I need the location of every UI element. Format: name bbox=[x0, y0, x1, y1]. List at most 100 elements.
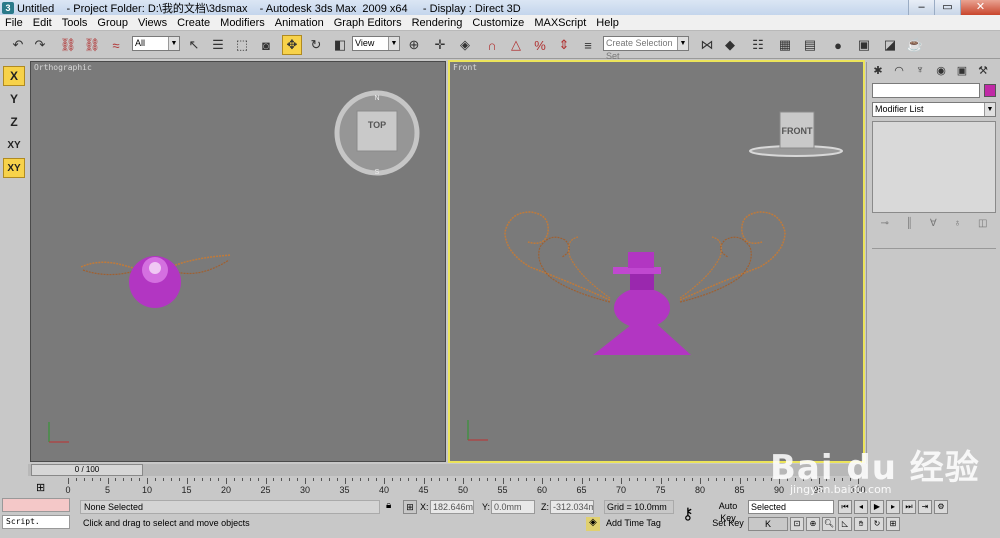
angle-snap-icon[interactable]: △ bbox=[506, 35, 526, 55]
frame-ruler[interactable]: 0 5 10 15 20 25 30 35 40 45 50 55 60 65 70 75 80 85 90 95 10… bbox=[65, 478, 866, 498]
manipulate-icon[interactable]: ✛ bbox=[430, 35, 450, 55]
select-and-move-icon[interactable]: ✥ bbox=[282, 35, 302, 55]
menu-group[interactable]: Group bbox=[92, 15, 133, 31]
axis-xy-cycle-button[interactable]: XY bbox=[3, 158, 25, 178]
track-bar[interactable]: ⊞ 0 5 10 15 20 25 30 35 40 45 50 55 60 65 70 75 80 85 90 95… bbox=[28, 478, 866, 498]
go-to-start-icon[interactable]: ⏮ bbox=[838, 500, 852, 514]
object-candlestick-top-view[interactable] bbox=[80, 254, 232, 308]
make-unique-icon[interactable]: ∀ bbox=[930, 218, 937, 234]
display-tab-icon[interactable]: ▣ bbox=[953, 62, 971, 78]
reference-coord-dropdown[interactable]: View ▼ bbox=[352, 36, 400, 51]
menu-file[interactable]: File bbox=[0, 15, 28, 31]
menu-maxscript[interactable]: MAXScript bbox=[529, 15, 591, 31]
auto-key-button[interactable]: Auto Key bbox=[710, 500, 746, 523]
object-color-swatch[interactable] bbox=[984, 84, 996, 97]
curve-editor-icon[interactable]: ▦ bbox=[775, 35, 795, 55]
maximize-viewport-icon[interactable]: ⊞ bbox=[886, 517, 900, 531]
orbit-icon[interactable]: ↻ bbox=[870, 517, 884, 531]
select-and-scale-icon[interactable]: ◧ bbox=[330, 35, 350, 55]
menu-modifiers[interactable]: Modifiers bbox=[215, 15, 270, 31]
select-by-name-icon[interactable]: ☰ bbox=[208, 35, 228, 55]
pivot-center-icon[interactable]: ⊕ bbox=[404, 35, 424, 55]
configure-modifier-sets-icon[interactable]: ◫ bbox=[978, 218, 987, 234]
show-end-result-icon[interactable]: ║ bbox=[906, 218, 913, 234]
axis-xy-button[interactable]: XY bbox=[3, 135, 25, 155]
maximize-icon[interactable]: ▭ bbox=[934, 0, 960, 15]
utilities-tab-icon[interactable]: ⚒ bbox=[974, 62, 992, 78]
menu-customize[interactable]: Customize bbox=[467, 15, 529, 31]
menu-views[interactable]: Views bbox=[133, 15, 172, 31]
x-coord-field[interactable]: 182.646mm bbox=[430, 500, 474, 514]
mini-curve-editor-icon[interactable]: ⊞ bbox=[36, 481, 45, 494]
viewport-front[interactable]: Front FRONT bbox=[448, 60, 865, 463]
pin-stack-icon[interactable]: ⊸ bbox=[880, 218, 888, 234]
create-tab-icon[interactable]: ✱ bbox=[869, 62, 887, 78]
previous-frame-icon[interactable]: ◂ bbox=[854, 500, 868, 514]
minimize-icon[interactable]: – bbox=[908, 0, 934, 15]
unlink-icon[interactable]: ⛓ bbox=[82, 35, 102, 55]
select-object-icon[interactable]: ↖ bbox=[184, 35, 204, 55]
percent-snap-icon[interactable]: % bbox=[530, 35, 550, 55]
play-icon[interactable]: ▶ bbox=[870, 500, 884, 514]
key-mode-toggle-icon[interactable]: ⇥ bbox=[918, 500, 932, 514]
menu-rendering[interactable]: Rendering bbox=[407, 15, 468, 31]
window-crossing-icon[interactable]: ◙ bbox=[256, 35, 276, 55]
pan-view-icon[interactable]: ✋︎ bbox=[854, 517, 868, 531]
viewcube-top[interactable]: TOP N S bbox=[334, 90, 420, 176]
axis-z-button[interactable]: Z bbox=[3, 112, 25, 132]
menu-tools[interactable]: Tools bbox=[57, 15, 93, 31]
modify-tab-icon[interactable]: ◠ bbox=[890, 62, 908, 78]
selection-lock-icon[interactable]: 🔒︎ bbox=[386, 500, 391, 511]
edit-named-selection-icon[interactable]: ≡ bbox=[578, 35, 598, 55]
align-icon[interactable]: ◆ bbox=[720, 35, 740, 55]
undo-icon[interactable]: ↶ bbox=[8, 35, 28, 55]
time-slider-thumb[interactable]: 0 / 100 bbox=[31, 464, 143, 476]
modifier-list-dropdown[interactable]: Modifier List ▼ bbox=[872, 102, 996, 117]
keyboard-shortcut-override-icon[interactable]: ◈ bbox=[455, 35, 475, 55]
render-setup-icon[interactable]: ▣ bbox=[854, 35, 874, 55]
menu-help[interactable]: Help bbox=[591, 15, 624, 31]
snaps-toggle-icon[interactable]: ∩ bbox=[482, 35, 502, 55]
key-selection-set-dropdown[interactable]: Selected bbox=[748, 500, 834, 514]
time-configuration-icon[interactable]: ⚙ bbox=[934, 500, 948, 514]
set-key-button[interactable]: Set Key bbox=[710, 517, 746, 531]
redo-icon[interactable]: ↷ bbox=[30, 35, 50, 55]
remove-modifier-icon[interactable]: ♁ bbox=[954, 218, 962, 234]
menu-animation[interactable]: Animation bbox=[270, 15, 329, 31]
selection-filter-dropdown[interactable]: All ▼ bbox=[132, 36, 180, 51]
object-name-field[interactable] bbox=[872, 83, 980, 98]
menu-graph-editors[interactable]: Graph Editors bbox=[329, 15, 407, 31]
go-to-end-icon[interactable]: ⏭ bbox=[902, 500, 916, 514]
field-of-view-icon[interactable]: ◺ bbox=[838, 517, 852, 531]
maxscript-listener-field[interactable] bbox=[2, 498, 70, 512]
schematic-view-icon[interactable]: ▤ bbox=[800, 35, 820, 55]
named-selection-dropdown[interactable]: Create Selection Set ▼ bbox=[603, 36, 689, 61]
object-candlestick-front-view[interactable] bbox=[504, 211, 786, 355]
rendered-frame-window-icon[interactable]: ◪ bbox=[880, 35, 900, 55]
absolute-mode-icon[interactable]: ⊞ bbox=[403, 500, 417, 514]
zoom-all-icon[interactable]: ⊕ bbox=[806, 517, 820, 531]
zoom-icon[interactable]: 🔍︎ bbox=[822, 517, 836, 531]
axis-y-button[interactable]: Y bbox=[3, 89, 25, 109]
next-frame-icon[interactable]: ▸ bbox=[886, 500, 900, 514]
zoom-extents-icon[interactable]: ⊡ bbox=[790, 517, 804, 531]
modifier-stack[interactable] bbox=[872, 121, 996, 213]
viewport-orthographic[interactable]: Orthographic TOP N S bbox=[30, 61, 446, 462]
bind-space-warp-icon[interactable]: ≈ bbox=[106, 35, 126, 55]
app-icon[interactable]: 3 bbox=[2, 1, 14, 14]
motion-tab-icon[interactable]: ◉ bbox=[932, 62, 950, 78]
hierarchy-tab-icon[interactable]: ♆ bbox=[911, 62, 929, 78]
y-coord-field[interactable]: 0.0mm bbox=[491, 500, 535, 514]
time-slider[interactable]: 0 / 100 bbox=[28, 464, 866, 476]
key-filters-button[interactable]: K bbox=[748, 517, 788, 531]
close-icon[interactable]: ✕ bbox=[960, 0, 1000, 15]
menu-create[interactable]: Create bbox=[172, 15, 215, 31]
axis-x-button[interactable]: X bbox=[3, 66, 25, 86]
key-icon[interactable]: ⚷ bbox=[682, 504, 694, 524]
add-time-tag-button[interactable]: Add Time Tag bbox=[586, 517, 676, 531]
z-coord-field[interactable]: -312.034mm bbox=[550, 500, 594, 514]
maxscript-mini-listener[interactable]: Script. bbox=[2, 515, 70, 529]
render-production-icon[interactable]: ☕ bbox=[905, 35, 925, 55]
link-icon[interactable]: ⛓ bbox=[58, 35, 78, 55]
select-and-rotate-icon[interactable]: ↻ bbox=[306, 35, 326, 55]
